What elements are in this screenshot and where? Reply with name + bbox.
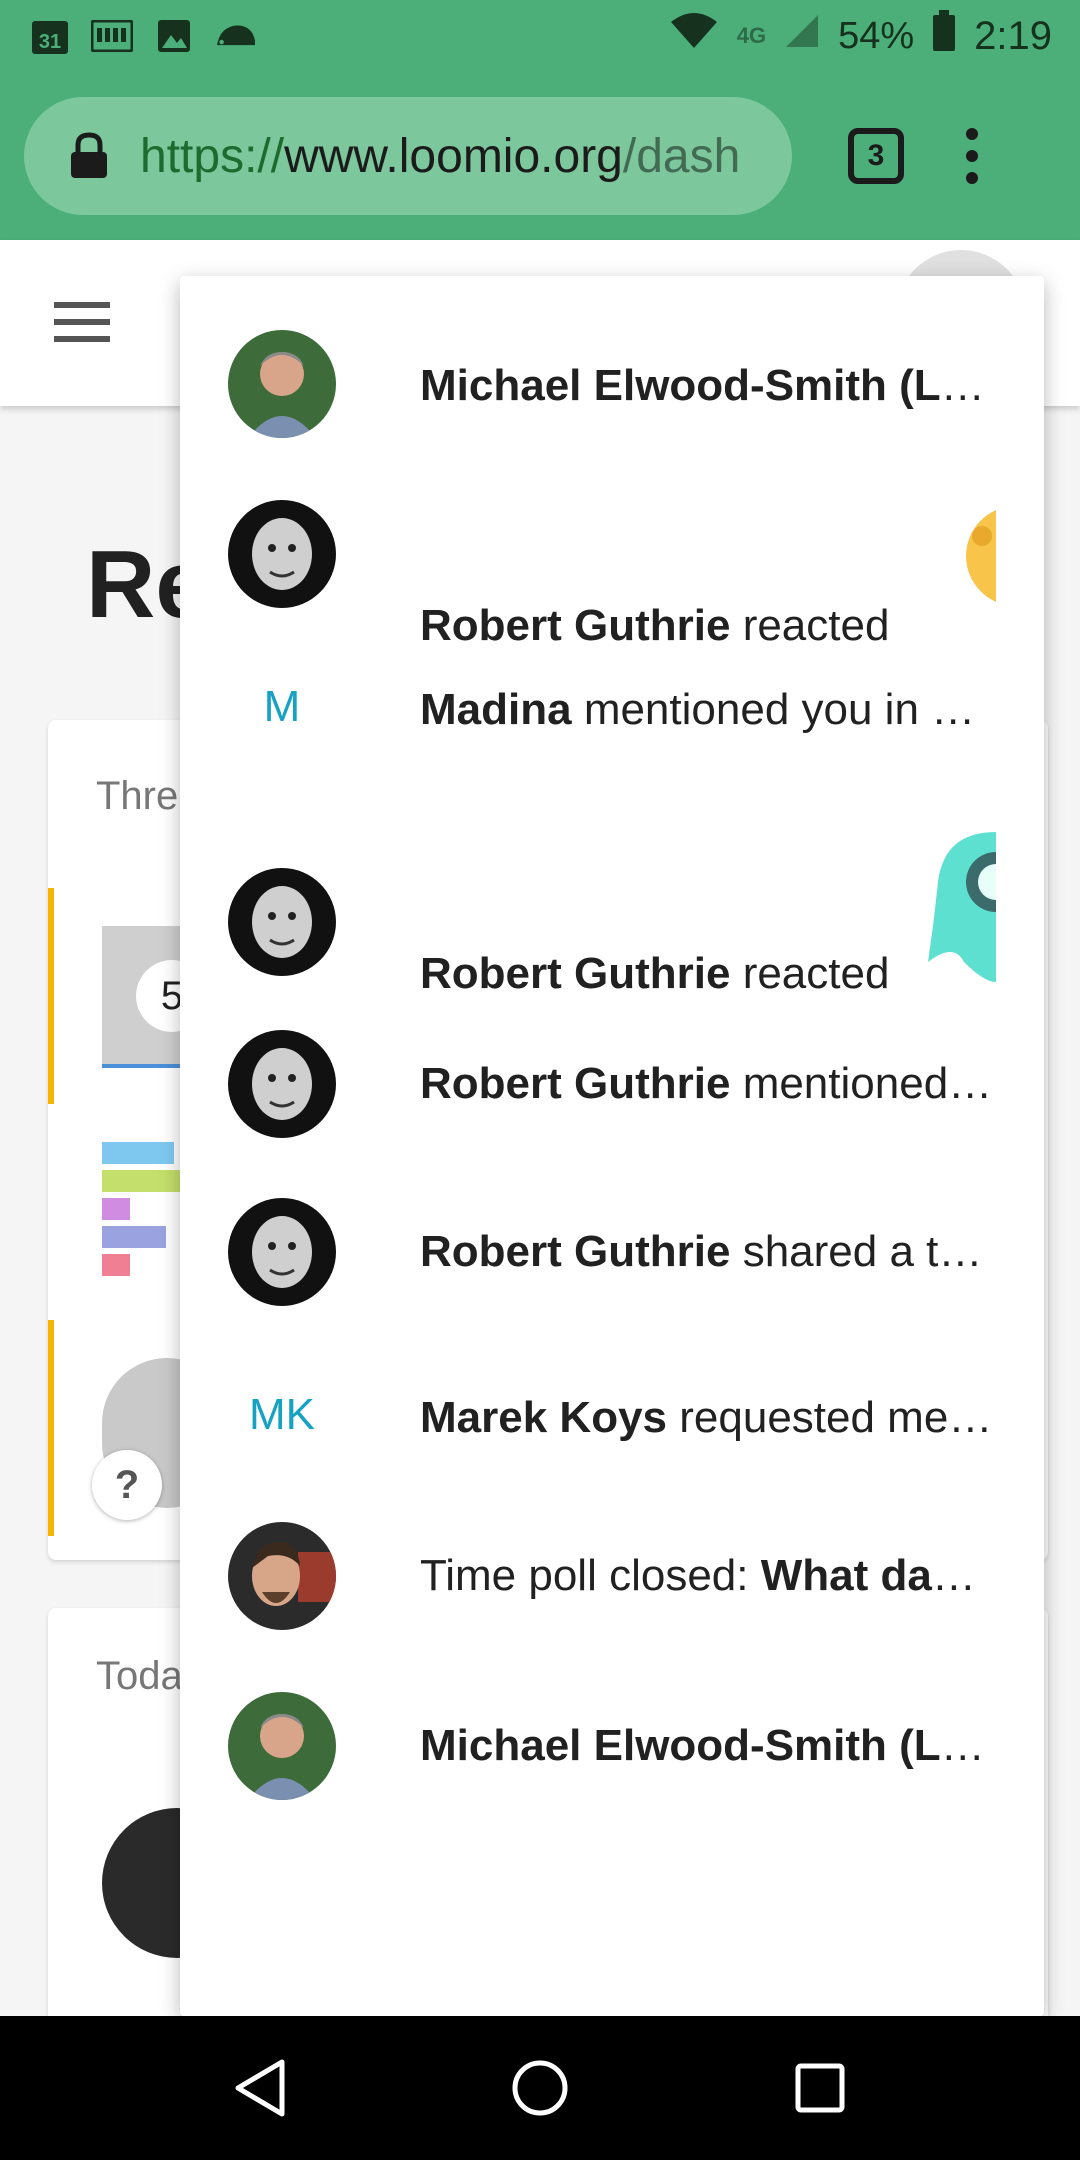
notification-item[interactable]: Michael Elwood-Smith (Loomio) (180, 1666, 1044, 1866)
teal-emoji (924, 812, 996, 1002)
notification-text: Robert Guthrie shared a thread (420, 1227, 994, 1276)
avatar (228, 1198, 336, 1306)
notification-item[interactable]: Time poll closed: What day works best? (180, 1496, 1044, 1666)
tab-switcher-button[interactable]: 3 (848, 128, 904, 184)
home-icon[interactable] (500, 2048, 580, 2128)
avatar-initials: MK (249, 1390, 315, 1439)
avatar (228, 1030, 336, 1138)
keyboard-icon (90, 16, 134, 56)
battery-percent: 54% (838, 14, 915, 57)
battery-icon (932, 10, 956, 62)
poll-bar (102, 1170, 192, 1192)
hedgehog-icon (214, 16, 258, 56)
lock-icon (71, 132, 107, 178)
status-bar: 31 4G 54% 2:19 (0, 0, 1080, 72)
avatar (228, 868, 336, 976)
notification-item[interactable]: Robert Guthrie shared a thread (180, 1166, 1044, 1336)
notification-item[interactable]: Robert Guthrie reacted (180, 776, 1044, 998)
browser-toolbar: https://www.loomio.org/dash 3 (0, 72, 1080, 240)
system-nav-bar (0, 2016, 1080, 2160)
notification-text: Madina mentioned you in a comment (420, 685, 994, 734)
card-label: Toda (96, 1654, 183, 1698)
notification-item[interactable]: Robert Guthrie reacted (180, 496, 1044, 656)
notification-text: Time poll closed: What day works best? (420, 1551, 994, 1600)
unread-indicator (48, 888, 54, 1104)
calendar-icon: 31 (28, 16, 72, 56)
network-type: 4G (736, 23, 767, 48)
notification-text: Michael Elwood-Smith (Loomio) (420, 361, 994, 410)
notification-text: Robert Guthrie reacted (420, 601, 890, 650)
overflow-menu-button[interactable] (966, 128, 978, 184)
avatar (228, 1522, 336, 1630)
yellow-emoji (946, 496, 996, 616)
notification-item[interactable]: Michael Elwood-Smith (Loomio) (180, 276, 1044, 496)
unread-indicator (48, 1320, 54, 1536)
notification-item[interactable]: Robert Guthrie mentioned you (180, 996, 1044, 1166)
notification-item[interactable]: MK Marek Koys requested membership (180, 1336, 1044, 1496)
card-label: Thre (96, 774, 179, 818)
notification-text: Robert Guthrie reacted (420, 949, 890, 998)
avatar (228, 1692, 336, 1800)
signal-icon (784, 13, 820, 59)
notifications-dropdown: Michael Elwood-Smith (Loomio) Robert Gut… (180, 276, 1044, 2016)
question-badge: ? (92, 1450, 162, 1520)
notification-text: Robert Guthrie mentioned you (420, 1059, 994, 1108)
poll-bar (102, 1198, 130, 1220)
notification-item[interactable]: M Madina mentioned you in a comment (180, 656, 1044, 776)
notification-text: Michael Elwood-Smith (Loomio) (420, 1721, 994, 1770)
clock: 2:19 (974, 13, 1052, 58)
url-text: https://www.loomio.org/dash (140, 129, 741, 183)
url-bar[interactable]: https://www.loomio.org/dash (24, 97, 792, 215)
wifi-icon (669, 12, 719, 60)
poll-bar (102, 1226, 166, 1248)
back-icon[interactable] (220, 2048, 300, 2128)
recents-icon[interactable] (780, 2048, 860, 2128)
avatar (228, 500, 336, 608)
poll-bar (102, 1142, 174, 1164)
avatar-initials: M (263, 682, 301, 731)
notification-text: Marek Koys requested membership (420, 1393, 994, 1442)
avatar (228, 330, 336, 438)
menu-icon[interactable] (54, 302, 110, 342)
svg-text:31: 31 (39, 31, 61, 53)
poll-bar (102, 1254, 130, 1276)
image-icon (152, 16, 196, 56)
